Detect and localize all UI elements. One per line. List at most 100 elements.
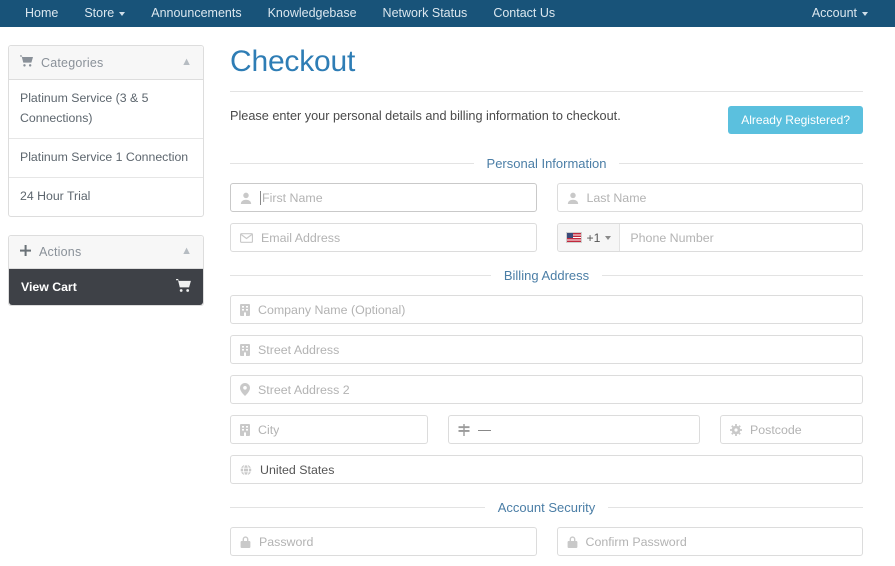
legend-label: Personal Information	[486, 156, 607, 171]
first-name-field[interactable]: First Name	[230, 183, 537, 212]
nav-item-label: Knowledgebase	[267, 6, 357, 20]
building-icon	[240, 303, 250, 316]
confirm-password-field[interactable]: Confirm Password	[556, 527, 863, 556]
envelope-icon	[240, 232, 253, 243]
country-code-value: +1	[586, 230, 601, 245]
nav-item-label: Account	[811, 6, 857, 20]
sidebar-item-platinum-3-5[interactable]: Platinum Service (3 & 5 Connections)	[9, 80, 203, 139]
gear-icon	[730, 423, 742, 436]
chevron-up-icon[interactable]: ▲	[181, 246, 192, 257]
cart-icon	[176, 278, 191, 295]
categories-panel-title: Categories	[41, 55, 104, 70]
nav-item-contact-us[interactable]: Contact Us	[480, 0, 568, 27]
email-placeholder: Email Address	[261, 230, 341, 245]
phone-col: +1 Phone Number	[556, 223, 863, 252]
legend-rule-left	[230, 163, 474, 164]
phone-placeholder: Phone Number	[630, 230, 714, 245]
sidebar-item-platinum-1[interactable]: Platinum Service 1 Connection	[9, 139, 203, 178]
actions-panel-title: Actions	[39, 244, 82, 259]
confirm-password-col: Confirm Password	[556, 527, 863, 556]
legend-rule-right	[608, 507, 864, 508]
company-name-placeholder: Company Name (Optional)	[258, 302, 406, 317]
signpost-icon	[458, 423, 470, 436]
chevron-up-icon[interactable]: ▲	[181, 57, 192, 68]
legend-label: Billing Address	[503, 268, 590, 283]
navbar-right-group: Account	[799, 0, 881, 27]
categories-panel: Categories ▲ Platinum Service (3 & 5 Con…	[8, 45, 204, 217]
phone-number-input[interactable]: Phone Number	[620, 224, 862, 251]
nav-item-announcements[interactable]: Announcements	[138, 0, 254, 27]
text-cursor	[260, 190, 261, 205]
actions-panel-header[interactable]: Actions ▲	[9, 235, 203, 269]
user-icon	[240, 192, 252, 204]
nav-item-label: Contact Us	[493, 6, 556, 20]
nav-item-store[interactable]: Store	[71, 0, 138, 27]
sidebar: Categories ▲ Platinum Service (3 & 5 Con…	[8, 45, 204, 566]
city-field[interactable]: City	[230, 415, 428, 444]
cart-icon	[20, 55, 33, 70]
street-address-2-field[interactable]: Street Address 2	[230, 375, 863, 404]
company-row: Company Name (Optional)	[230, 295, 863, 324]
street-address-2-placeholder: Street Address 2	[258, 382, 350, 397]
phone-field[interactable]: +1 Phone Number	[556, 223, 863, 252]
password-col: Password	[230, 527, 537, 556]
actions-panel: Actions ▲ View Cart	[8, 234, 204, 306]
page-title: Checkout	[230, 45, 356, 78]
main-content: Checkout Please enter your personal deta…	[204, 45, 895, 566]
last-name-field[interactable]: Last Name	[556, 183, 863, 212]
nav-item-network-status[interactable]: Network Status	[370, 0, 481, 27]
country-select[interactable]: United States	[230, 455, 863, 484]
nav-item-account[interactable]: Account	[799, 0, 881, 27]
already-registered-button[interactable]: Already Registered?	[728, 106, 863, 134]
address2-col: Street Address 2	[230, 375, 863, 404]
lock-icon	[240, 535, 251, 548]
company-name-field[interactable]: Company Name (Optional)	[230, 295, 863, 324]
email-col: Email Address	[230, 223, 537, 252]
navbar-left-group: Home Store Announcements Knowledgebase N…	[12, 0, 568, 27]
intro-text: Please enter your personal details and b…	[230, 109, 621, 123]
user-icon	[567, 192, 579, 204]
country-code-selector[interactable]: +1	[557, 224, 621, 251]
state-value: —	[478, 422, 491, 437]
nav-item-label: Network Status	[382, 6, 468, 20]
contact-row: Email Address +1 Phone Number	[230, 223, 863, 252]
nav-item-label: Home	[25, 6, 59, 20]
state-select[interactable]: —	[448, 415, 700, 444]
city-state-postcode-row: City — Postcode	[230, 415, 863, 444]
legend-rule-right	[619, 163, 864, 164]
legend-rule-right	[602, 275, 863, 276]
chevron-down-icon	[862, 12, 868, 16]
password-field[interactable]: Password	[230, 527, 537, 556]
first-name-col: First Name	[230, 183, 537, 212]
last-name-placeholder: Last Name	[586, 190, 647, 205]
nav-item-label: Announcements	[151, 6, 242, 20]
country-row: United States	[230, 455, 863, 484]
categories-panel-header[interactable]: Categories ▲	[9, 46, 203, 80]
view-cart-label: View Cart	[21, 279, 77, 294]
nav-item-home[interactable]: Home	[12, 0, 71, 27]
country-value: United States	[260, 462, 335, 477]
account-security-legend: Account Security	[230, 500, 864, 515]
plus-icon	[20, 244, 31, 259]
postcode-col: Postcode	[720, 415, 863, 444]
top-navbar: Home Store Announcements Knowledgebase N…	[0, 0, 895, 27]
billing-address-legend: Billing Address	[230, 268, 863, 283]
first-name-placeholder: First Name	[262, 190, 323, 205]
lock-icon	[567, 535, 578, 548]
address1-row: Street Address	[230, 335, 863, 364]
email-field[interactable]: Email Address	[230, 223, 537, 252]
sidebar-item-24-hour-trial[interactable]: 24 Hour Trial	[9, 178, 203, 216]
chevron-down-icon	[605, 235, 612, 240]
nav-item-label: Store	[84, 6, 115, 20]
street-address-field[interactable]: Street Address	[230, 335, 863, 364]
globe-icon	[240, 463, 252, 476]
postcode-placeholder: Postcode	[750, 422, 802, 437]
country-col: United States	[230, 455, 863, 484]
nav-item-knowledgebase[interactable]: Knowledgebase	[255, 0, 370, 27]
company-col: Company Name (Optional)	[230, 295, 863, 324]
postcode-field[interactable]: Postcode	[720, 415, 863, 444]
map-marker-icon	[240, 383, 250, 396]
password-placeholder: Password	[259, 534, 314, 549]
sidebar-item-view-cart[interactable]: View Cart	[9, 268, 203, 305]
building-icon	[240, 423, 250, 436]
